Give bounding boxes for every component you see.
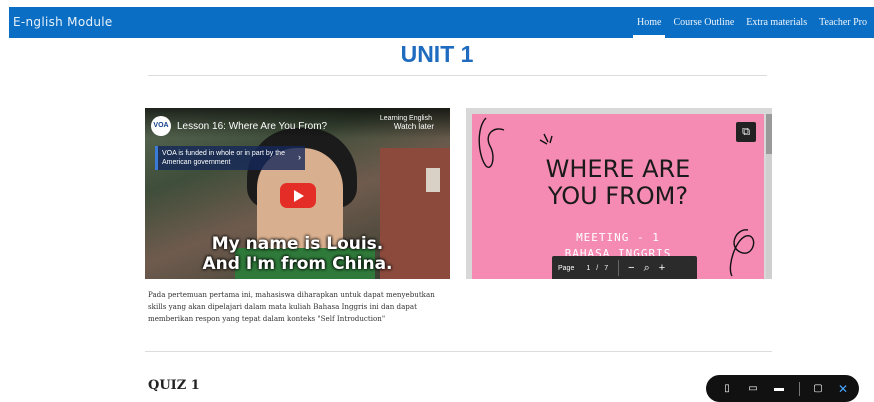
video-brand: Learning English <box>379 115 432 122</box>
pager-total: 7 <box>604 264 609 272</box>
slide-canvas: WHERE ARE YOU FROM? MEETING - 1 BAHASA I… <box>472 114 764 279</box>
video-player[interactable]: VOA Lesson 16: Where Are You From? Learn… <box>145 108 450 279</box>
zoom-icon[interactable]: ⌕ <box>644 262 650 275</box>
watch-later-label[interactable]: Watch later <box>394 122 434 131</box>
nav-extra-materials[interactable]: Extra materials <box>740 7 813 38</box>
nav-home[interactable]: Home <box>631 7 667 38</box>
unit-description: Pada pertemuan pertama ini, mahasiswa di… <box>148 290 435 323</box>
pager-divider <box>618 260 620 276</box>
zoom-in-icon[interactable]: + <box>659 262 665 274</box>
video-caption-line2: And I'm from China. <box>202 254 393 274</box>
divider <box>148 75 767 76</box>
external-link-icon[interactable]: ⧉ <box>736 122 756 142</box>
view-toolbar: ▯ ▭ ▬ ▢ ✕ <box>706 375 859 402</box>
pager-separator: / <box>596 264 599 272</box>
pager-label: Page <box>558 264 575 272</box>
close-icon[interactable]: ✕ <box>838 382 848 396</box>
divider <box>145 351 772 352</box>
phone-view-icon[interactable]: ▯ <box>721 383 733 394</box>
slide-title: WHERE ARE YOU FROM? <box>472 156 764 210</box>
channel-logo[interactable]: VOA <box>151 116 171 136</box>
chevron-right-icon: › <box>298 152 301 162</box>
nav-teacher-profile[interactable]: Teacher Pro <box>813 7 873 38</box>
sparkle-lines-icon <box>539 133 553 145</box>
quiz-title: QUIZ 1 <box>148 378 200 393</box>
video-caption-line1: My name is Louis. <box>211 234 384 254</box>
tablet-view-icon[interactable]: ▭ <box>747 383 759 394</box>
video-notice-card[interactable]: VOA is funded in whole or in part by the… <box>155 146 305 170</box>
video-background-window <box>426 168 440 192</box>
top-navbar: E-nglish Module Home Course Outline Extr… <box>9 7 874 38</box>
toolbar-divider <box>799 381 800 396</box>
play-button-icon[interactable] <box>280 183 316 208</box>
slide-scrollbar-thumb[interactable] <box>766 114 772 154</box>
nav-course-outline[interactable]: Course Outline <box>667 7 740 38</box>
comment-icon[interactable]: ▢ <box>812 383 824 394</box>
zoom-out-icon[interactable]: − <box>628 262 634 274</box>
slide-title-line1: WHERE ARE <box>545 155 691 183</box>
pager-current[interactable]: 1 <box>586 265 590 272</box>
slide-meeting: MEETING - 1 <box>576 231 660 244</box>
laptop-view-icon[interactable]: ▬ <box>773 383 785 394</box>
slide-title-line2: YOU FROM? <box>547 182 689 210</box>
slide-embed[interactable]: WHERE ARE YOU FROM? MEETING - 1 BAHASA I… <box>466 108 772 279</box>
site-brand[interactable]: E-nglish Module <box>13 15 113 29</box>
video-title[interactable]: Lesson 16: Where Are You From? <box>177 121 327 132</box>
slide-pager: Page 1 / 7 − ⌕ + <box>552 256 697 279</box>
page-title: UNIT 1 <box>400 41 474 67</box>
main-nav: Home Course Outline Extra materials Teac… <box>631 7 873 38</box>
notice-text: VOA is funded in whole or in part by the… <box>162 150 285 166</box>
